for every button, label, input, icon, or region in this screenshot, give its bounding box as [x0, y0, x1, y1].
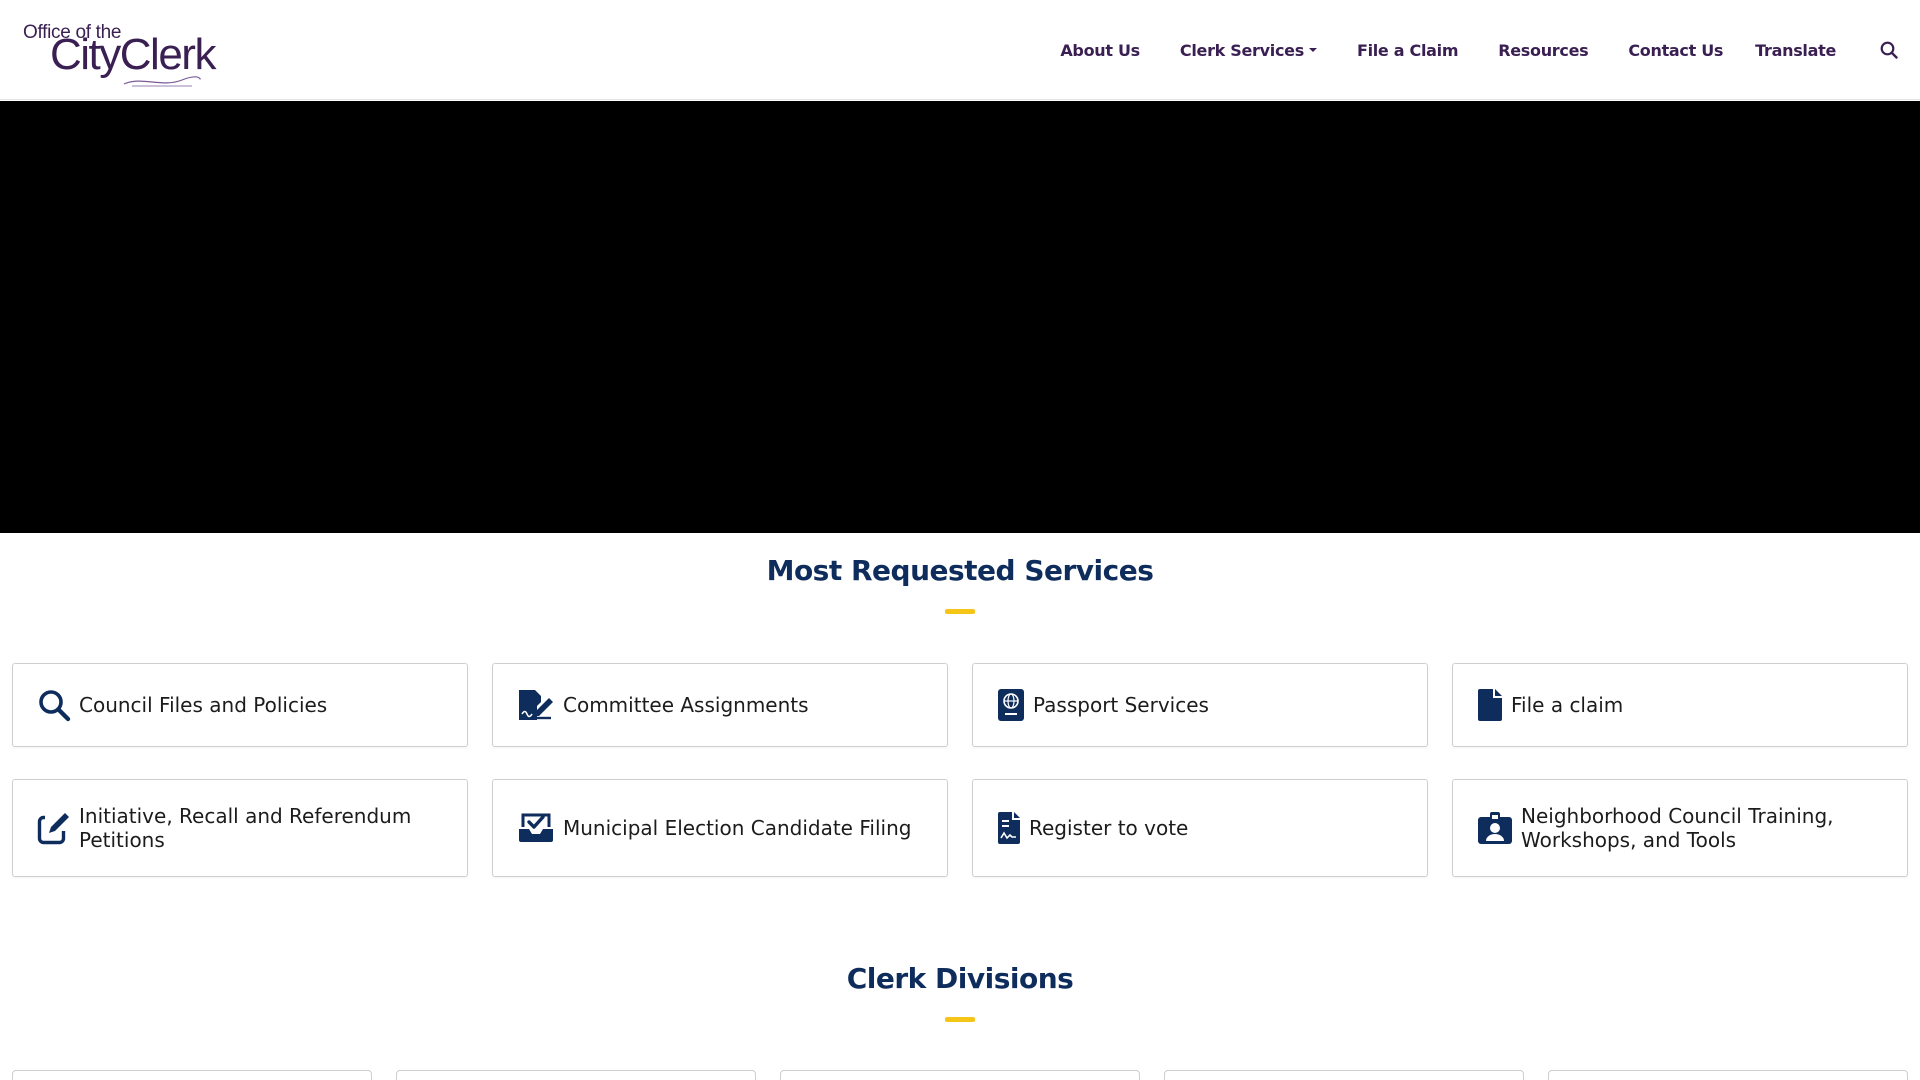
service-card-council-files[interactable]: Council Files and Policies	[12, 663, 468, 747]
service-card-candidate-filing[interactable]: Municipal Election Candidate Filing	[492, 779, 948, 877]
title-underline	[945, 609, 975, 614]
service-card-label: Council Files and Policies	[79, 693, 328, 717]
search-icon	[37, 688, 71, 722]
search-icon	[1880, 41, 1898, 59]
file-signature-icon	[517, 688, 555, 722]
file-contract-icon	[997, 811, 1021, 845]
service-card-passport-services[interactable]: Passport Services	[972, 663, 1428, 747]
division-card[interactable]	[1164, 1070, 1524, 1080]
service-card-label: Municipal Election Candidate Filing	[563, 816, 912, 840]
service-card-label: Committee Assignments	[563, 693, 809, 717]
service-card-label: Initiative, Recall and Referendum Petiti…	[79, 804, 412, 852]
edit-icon	[37, 811, 71, 845]
nav-clerk-services-label: Clerk Services	[1179, 40, 1304, 60]
division-card[interactable]	[1548, 1070, 1908, 1080]
service-card-label: Neighborhood Council Training, Workshops…	[1521, 804, 1834, 852]
chevron-down-icon	[1308, 48, 1317, 52]
logo-line-2: CityClerk	[50, 30, 216, 79]
service-card-initiative-petitions[interactable]: Initiative, Recall and Referendum Petiti…	[12, 779, 468, 877]
site-logo[interactable]: Office of the CityClerk	[22, 22, 216, 87]
service-card-label: Register to vote	[1029, 816, 1189, 840]
nav-file-a-claim[interactable]: File a Claim	[1356, 40, 1459, 60]
main-nav: About Us Clerk Services File a Claim Res…	[1060, 0, 1920, 100]
nav-resources-label: Resources	[1498, 40, 1589, 60]
id-badge-icon	[1477, 811, 1513, 845]
service-card-label: File a claim	[1511, 693, 1624, 717]
logo-flourish-icon	[123, 76, 201, 87]
nav-translate-label: Translate	[1755, 40, 1836, 60]
search-button[interactable]	[1878, 39, 1900, 61]
nav-resources[interactable]: Resources	[1498, 41, 1588, 60]
inbox-check-icon	[517, 813, 555, 843]
service-card-register-to-vote[interactable]: Register to vote	[972, 779, 1428, 877]
nav-about-us[interactable]: About Us	[1060, 41, 1140, 60]
service-card-label: Passport Services	[1033, 693, 1209, 717]
nav-file-a-claim-label: File a Claim	[1356, 40, 1459, 60]
nav-contact-us[interactable]: Contact Us	[1628, 41, 1723, 60]
nav-translate[interactable]: Translate	[1755, 41, 1836, 60]
division-card[interactable]	[780, 1070, 1140, 1080]
passport-icon	[997, 688, 1025, 722]
service-card-neighborhood-council[interactable]: Neighborhood Council Training, Workshops…	[1452, 779, 1908, 877]
file-icon	[1477, 688, 1503, 722]
service-card-file-a-claim[interactable]: File a claim	[1452, 663, 1908, 747]
hero-banner	[0, 101, 1920, 533]
division-card[interactable]	[12, 1070, 372, 1080]
clerk-divisions-title: Clerk Divisions	[846, 962, 1074, 995]
nav-about-us-label: About Us	[1060, 40, 1140, 60]
nav-clerk-services[interactable]: Clerk Services	[1180, 41, 1317, 60]
most-requested-title: Most Requested Services	[766, 554, 1154, 587]
service-card-committee-assignments[interactable]: Committee Assignments	[492, 663, 948, 747]
title-underline	[945, 1017, 975, 1022]
division-card[interactable]	[396, 1070, 756, 1080]
site-header: Office of the CityClerk About Us Clerk S…	[0, 0, 1920, 100]
nav-contact-us-label: Contact Us	[1628, 40, 1724, 60]
